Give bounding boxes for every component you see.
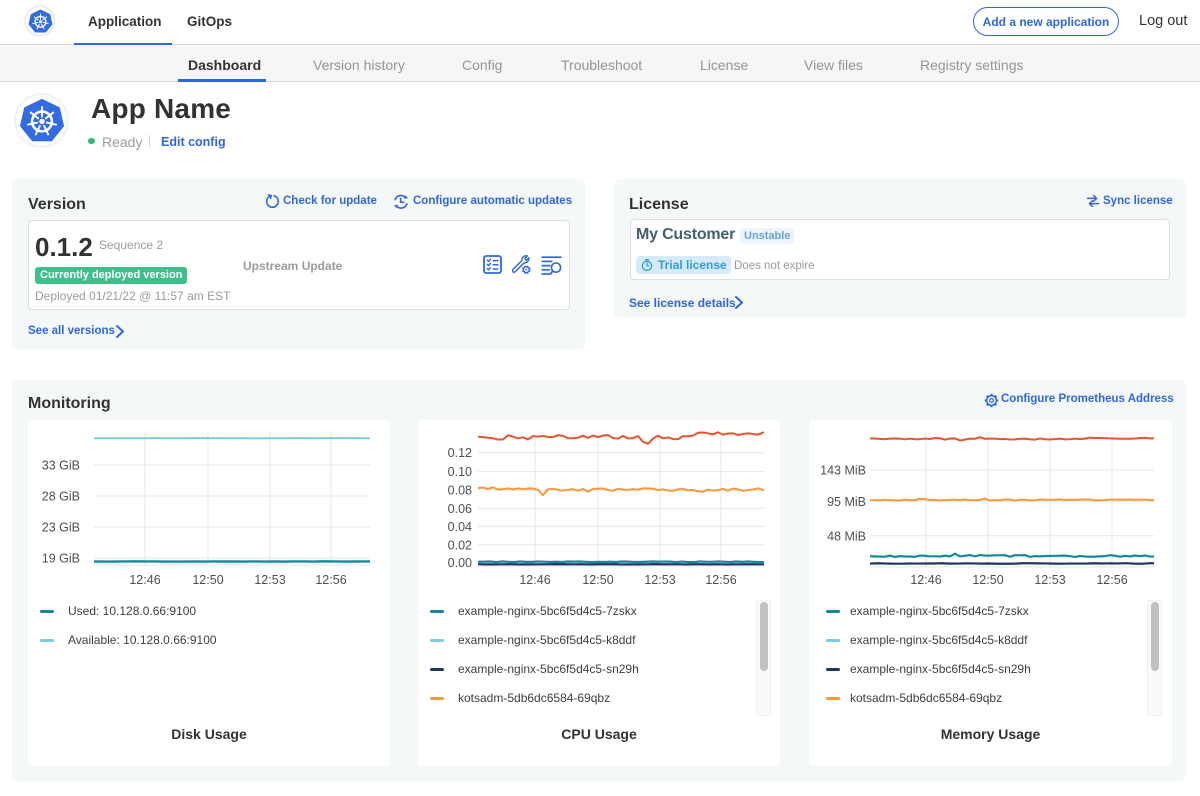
svg-text:12:46: 12:46: [910, 573, 941, 587]
svg-text:12:50: 12:50: [972, 573, 1003, 587]
svg-text:23 GiB: 23 GiB: [42, 521, 80, 535]
svg-text:12:50: 12:50: [192, 573, 223, 587]
svg-text:12:56: 12:56: [315, 573, 346, 587]
svg-text:0.06: 0.06: [448, 502, 472, 516]
svg-text:0.08: 0.08: [448, 484, 472, 498]
svg-text:95 MiB: 95 MiB: [827, 495, 866, 509]
svg-text:0.04: 0.04: [448, 520, 472, 534]
svg-text:0.02: 0.02: [448, 538, 472, 552]
svg-text:48 MiB: 48 MiB: [827, 529, 866, 543]
svg-text:12:56: 12:56: [1096, 573, 1127, 587]
svg-text:12:46: 12:46: [519, 573, 550, 587]
svg-text:12:50: 12:50: [582, 573, 613, 587]
svg-text:12:53: 12:53: [1034, 573, 1065, 587]
svg-text:143 MiB: 143 MiB: [820, 464, 866, 478]
svg-text:12:46: 12:46: [129, 573, 160, 587]
svg-text:12:53: 12:53: [254, 573, 285, 587]
svg-text:28 GiB: 28 GiB: [42, 490, 80, 504]
svg-text:0.10: 0.10: [448, 465, 472, 479]
svg-text:0.00: 0.00: [448, 556, 472, 570]
svg-text:19 GiB: 19 GiB: [42, 552, 80, 566]
svg-text:33 GiB: 33 GiB: [42, 459, 80, 473]
svg-text:0.12: 0.12: [448, 446, 472, 460]
svg-text:12:56: 12:56: [705, 573, 736, 587]
svg-text:12:53: 12:53: [644, 573, 675, 587]
